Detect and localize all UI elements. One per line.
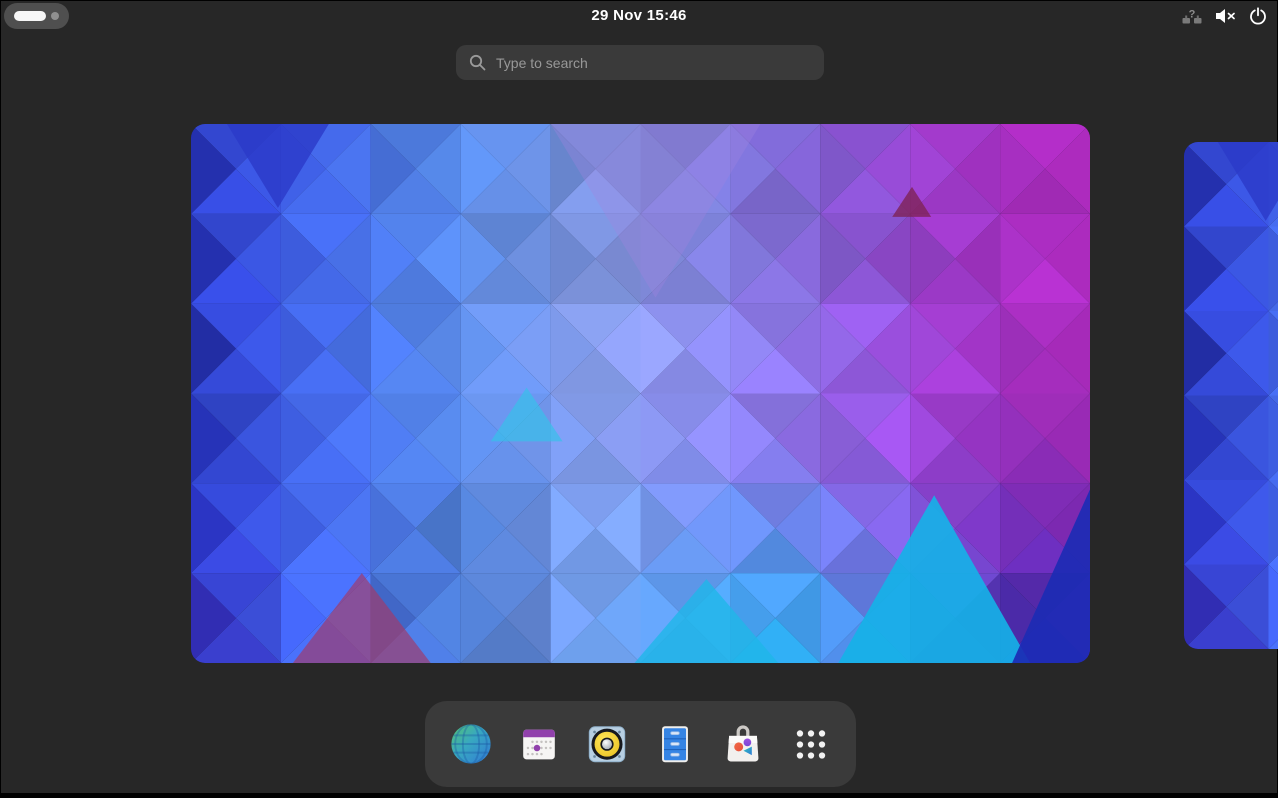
power-icon[interactable] [1249,7,1267,25]
wallpaper-triangles [1184,142,1278,649]
web-globe-icon [448,721,494,767]
search-icon [469,54,486,71]
workspace-thumbnail-2[interactable] [1184,142,1278,649]
app-grid-icon [788,721,834,767]
svg-text:?: ? [1189,8,1196,20]
system-status-area: ? [1182,1,1267,31]
workspace-thumbnail-1[interactable] [191,124,1090,663]
network-unknown-icon[interactable]: ? [1182,8,1202,25]
dock-show-apps-button[interactable] [787,720,835,768]
dash [425,701,856,787]
dock-app-files[interactable] [651,720,699,768]
file-cabinet-icon [652,721,698,767]
volume-muted-icon[interactable] [1215,8,1236,24]
dock-app-web[interactable] [447,720,495,768]
software-bag-icon [720,721,766,767]
gnome-activities-overview: 29 Nov 15:46 ? [1,1,1277,793]
wallpaper-triangles [191,124,1090,663]
top-bar: 29 Nov 15:46 ? [1,1,1277,31]
search-bar[interactable] [456,45,824,80]
dock-app-software[interactable] [719,720,767,768]
calendar-icon [516,721,562,767]
clock-menu-button[interactable]: 29 Nov 15:46 [1,1,1277,31]
dock-app-calendar[interactable] [515,720,563,768]
dock-app-music[interactable] [583,720,631,768]
search-input[interactable] [496,55,824,71]
speaker-music-icon [584,721,630,767]
